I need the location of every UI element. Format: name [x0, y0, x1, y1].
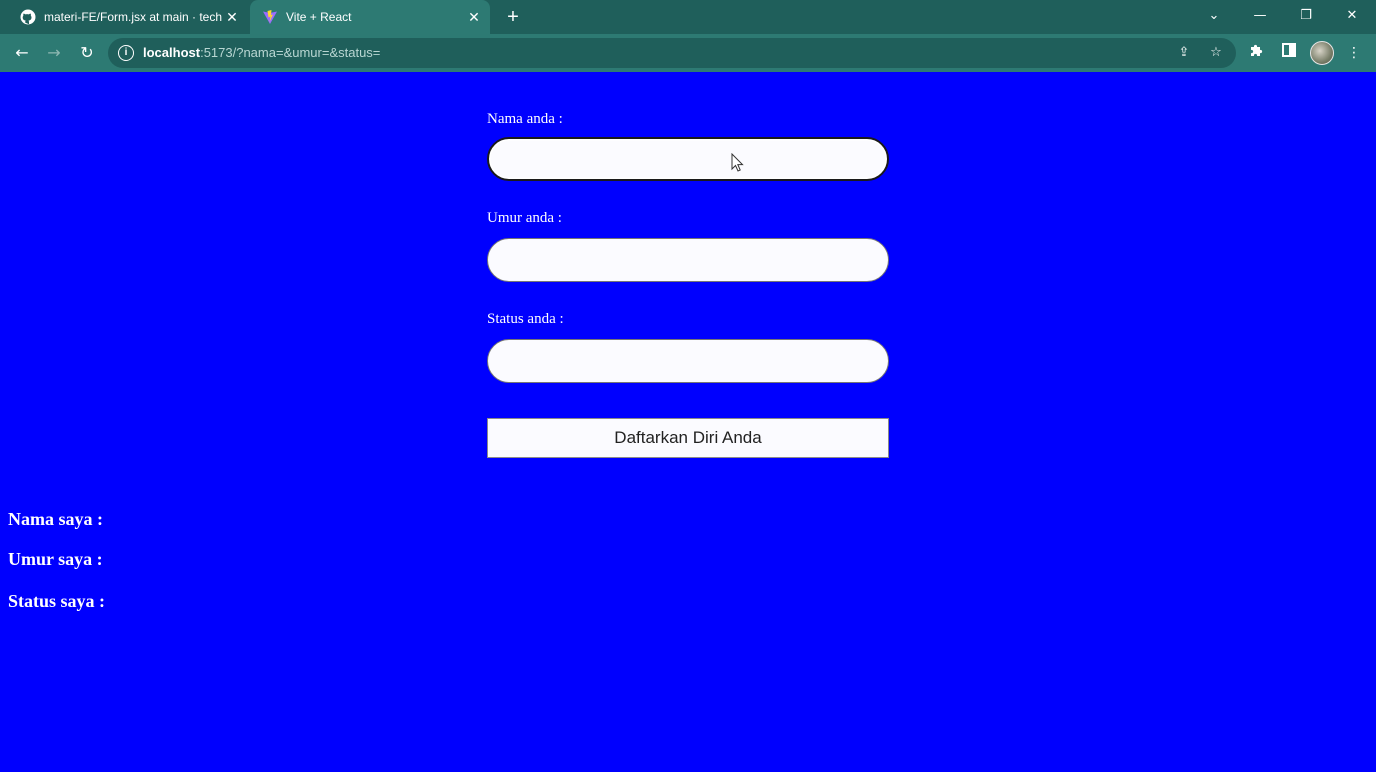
- tab-vite-react[interactable]: Vite + React ✕: [250, 0, 490, 34]
- status-label: Status anda :: [487, 311, 564, 327]
- reload-icon[interactable]: ↻: [75, 41, 99, 65]
- minimize-button[interactable]: —: [1248, 5, 1272, 27]
- share-icon[interactable]: ⇪: [1174, 43, 1194, 63]
- umur-label: Umur anda :: [487, 210, 562, 226]
- close-window-button[interactable]: ✕: [1340, 5, 1364, 27]
- mouse-cursor-icon: [731, 153, 744, 172]
- vite-icon: [262, 9, 278, 25]
- tab-strip: materi-FE/Form.jsx at main · tech ✕ Vite…: [0, 0, 1376, 34]
- daftarkan-button[interactable]: Daftarkan Diri Anda: [487, 418, 889, 458]
- nama-label: Nama anda :: [487, 111, 563, 127]
- tab-github[interactable]: materi-FE/Form.jsx at main · tech ✕: [8, 0, 248, 34]
- close-tab-icon[interactable]: ✕: [222, 9, 242, 26]
- nama-output: Nama saya :: [8, 509, 103, 529]
- github-icon: [20, 9, 36, 25]
- registration-form: Nama anda : Umur anda : Status anda : Da…: [487, 108, 889, 458]
- status-output: Status saya :: [8, 591, 106, 611]
- tab-title: Vite + React: [286, 10, 352, 24]
- close-tab-icon[interactable]: ✕: [464, 9, 484, 26]
- profile-avatar[interactable]: [1310, 41, 1334, 65]
- nama-input[interactable]: [487, 137, 889, 181]
- tab-title: materi-FE/Form.jsx at main · tech: [44, 10, 222, 24]
- extensions-puzzle-icon[interactable]: [1246, 42, 1268, 64]
- url-text[interactable]: localhost:5173/?nama=&umur=&status=: [143, 45, 380, 60]
- new-tab-button[interactable]: +: [502, 6, 524, 28]
- umur-input[interactable]: [487, 238, 889, 282]
- bookmark-star-icon[interactable]: ☆: [1206, 43, 1226, 63]
- forward-arrow-icon[interactable]: →: [42, 41, 66, 65]
- back-arrow-icon[interactable]: ←: [10, 41, 34, 65]
- browser-toolbar: ← → ↻ i localhost:5173/?nama=&umur=&stat…: [0, 34, 1376, 72]
- status-input[interactable]: [487, 339, 889, 383]
- umur-output: Umur saya :: [8, 549, 103, 569]
- side-panel-icon[interactable]: [1278, 42, 1300, 64]
- tab-search-icon[interactable]: ⌄: [1202, 5, 1226, 27]
- info-icon[interactable]: i: [118, 45, 134, 61]
- menu-kebab-icon[interactable]: ⋮: [1343, 42, 1365, 64]
- restore-button[interactable]: ❐: [1294, 5, 1318, 27]
- address-bar[interactable]: i localhost:5173/?nama=&umur=&status= ⇪ …: [108, 38, 1236, 68]
